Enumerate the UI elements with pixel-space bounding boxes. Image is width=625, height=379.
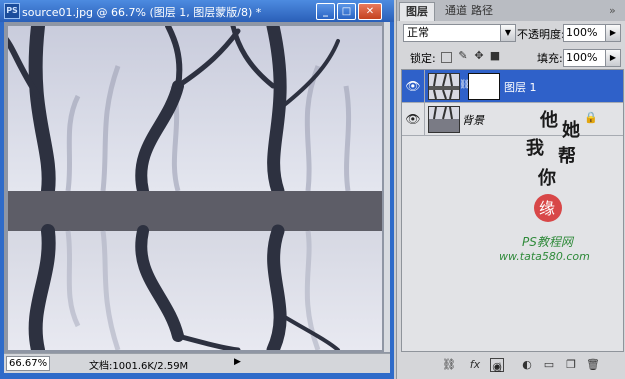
status-menu-arrow-icon[interactable]: ▶	[234, 357, 241, 367]
new-layer-icon[interactable]: ❐	[563, 357, 579, 373]
opacity-input[interactable]: 100%	[563, 24, 607, 42]
layer-row-layer1[interactable]: 👁 ⛓ 图层 1	[402, 70, 623, 103]
watermark-url: www.tata580.com	[500, 250, 590, 263]
fx-icon[interactable]: fx	[467, 357, 483, 373]
trash-icon[interactable]: 🗑	[585, 357, 601, 373]
fill-label: 填充:	[537, 52, 563, 65]
adjustment-icon[interactable]: ◐	[519, 357, 535, 373]
layer-mask-thumbnail[interactable]	[468, 73, 500, 100]
layer-name[interactable]: 图层 1	[504, 79, 537, 95]
opacity-label: 不透明度:	[517, 28, 565, 41]
blend-mode-value: 正常	[407, 26, 429, 39]
canvas-frame: 66.67% 文档:1001.6K/2.59M ▶	[4, 22, 390, 373]
lock-brush-icon[interactable]: ✎	[457, 50, 469, 62]
document-window[interactable]: PS source01.jpg @ 66.7% (图层 1, 图层蒙版/8) *…	[0, 0, 394, 379]
close-button[interactable]: ✕	[358, 3, 382, 20]
tab-layers[interactable]: 图层	[399, 2, 435, 21]
document-title-bar[interactable]: PS source01.jpg @ 66.7% (图层 1, 图层蒙版/8) *…	[0, 0, 394, 22]
tab-paths[interactable]: 路径	[465, 2, 499, 20]
misty-trees-reflection-image	[8, 26, 382, 350]
layer-thumbnail[interactable]	[428, 73, 460, 100]
status-bar: 66.67% 文档:1001.6K/2.59M ▶	[4, 353, 390, 373]
blend-row: 正常 ▼ 不透明度: 100% ▶	[397, 22, 625, 44]
opacity-slider-button[interactable]: ▶	[605, 24, 621, 42]
group-icon[interactable]: ▭	[541, 357, 557, 373]
panel-menu-icon[interactable]: »	[607, 2, 618, 20]
visibility-eye-icon[interactable]: 👁	[402, 103, 425, 135]
calligraphy-char: 帮	[558, 145, 576, 167]
photoshop-logo-icon: PS	[4, 3, 20, 19]
document-info: 文档:1001.6K/2.59M	[89, 361, 189, 372]
lock-move-icon[interactable]: ✥	[473, 50, 485, 62]
fill-slider-button[interactable]: ▶	[605, 49, 621, 67]
watermark: 他 她 我 帮 你 缘 PS教程网 www.tata580.com	[490, 100, 620, 300]
panel-bottom-toolbar: ⛓ fx ◉ ◐ ▭ ❐ 🗑 ☝	[397, 352, 625, 379]
link-icon[interactable]: ⛓	[441, 357, 457, 373]
panel-tabs: 图层 通道 路径 »	[397, 0, 625, 21]
canvas-image[interactable]	[8, 26, 382, 350]
maximize-button[interactable]: □	[337, 3, 356, 20]
lock-label: 锁定:	[410, 52, 436, 65]
calligraphy-char: 我	[526, 138, 544, 159]
minimize-button[interactable]: _	[316, 3, 335, 20]
zoom-field[interactable]: 66.67%	[6, 356, 50, 371]
visibility-eye-icon[interactable]: 👁	[402, 70, 425, 102]
blend-mode-select[interactable]: 正常 ▼	[403, 24, 516, 42]
calligraphy-char: 她	[562, 119, 580, 141]
watermark-title: PS教程网	[522, 235, 575, 249]
chevron-down-icon[interactable]: ▼	[500, 25, 515, 41]
layer-list: 👁 ⛓ 图层 1 👁 背景 🔒 他 她 我 帮 你 缘 PS教程网 ww.tat…	[401, 69, 624, 352]
calligraphy-char: 你	[537, 167, 556, 189]
hand-cursor-icon: ☝	[494, 361, 502, 376]
layers-panel: 图层 通道 路径 » 正常 ▼ 不透明度: 100% ▶ 锁定: ✎ ✥ ■ 填…	[396, 0, 625, 379]
vertical-scrollbar[interactable]	[384, 22, 390, 352]
fill-input[interactable]: 100%	[563, 49, 607, 67]
seal-char: 缘	[539, 199, 555, 218]
calligraphy-char: 他	[539, 109, 558, 131]
layer-name[interactable]: 背景	[462, 112, 484, 128]
lock-transparency-icon[interactable]	[441, 52, 452, 63]
layer-thumbnail[interactable]	[428, 106, 460, 133]
document-title: source01.jpg @ 66.7% (图层 1, 图层蒙版/8) *	[22, 6, 262, 19]
lock-row: 锁定: ✎ ✥ ■ 填充: 100% ▶	[397, 46, 625, 68]
lock-all-icon[interactable]: ■	[489, 50, 501, 62]
